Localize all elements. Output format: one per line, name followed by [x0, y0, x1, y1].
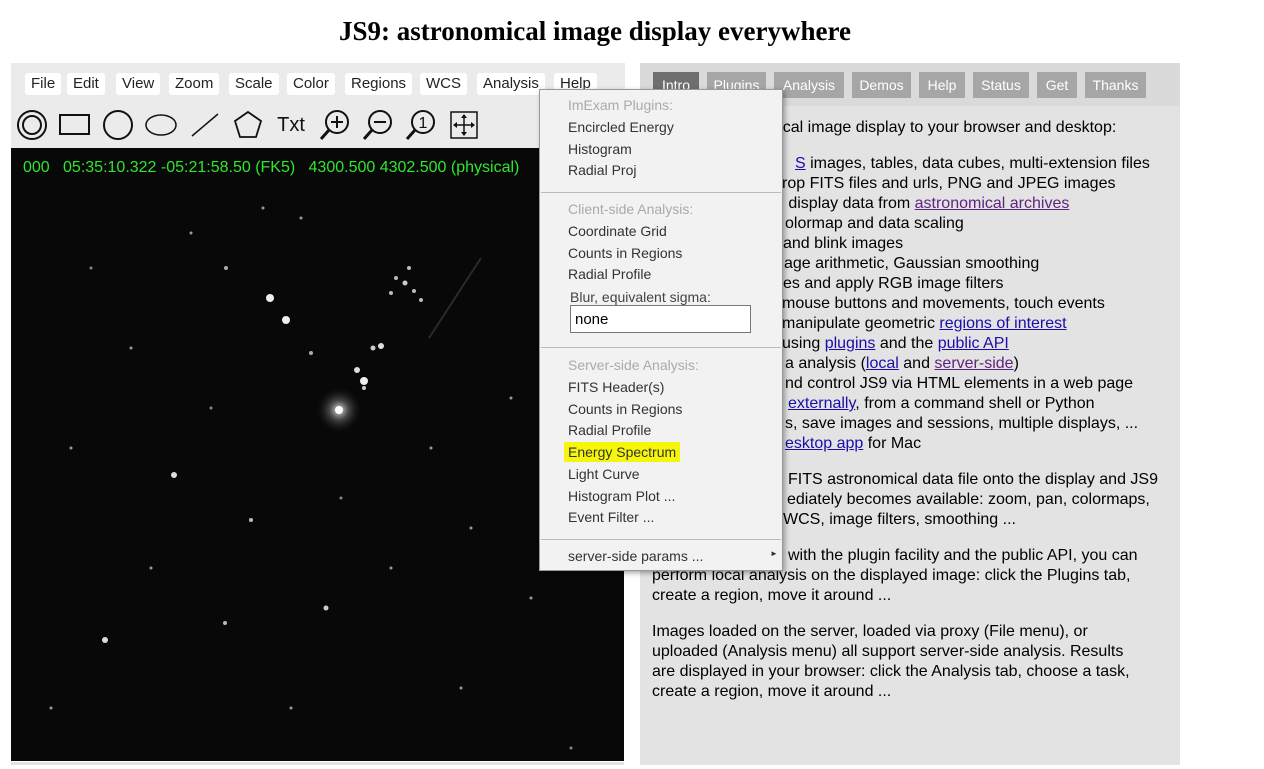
feature-line: externally, from a command shell or Pyth…: [788, 395, 1095, 412]
tab-thanks[interactable]: Thanks: [1085, 72, 1146, 98]
server-side-analysis-header: Server-side Analysis:: [568, 357, 699, 373]
polygon-tool-icon[interactable]: [229, 107, 267, 143]
menu-item-energy-spectrum[interactable]: Energy Spectrum: [564, 442, 681, 462]
menu-edit[interactable]: Edit: [67, 73, 105, 95]
annulus-tool-icon[interactable]: [13, 107, 51, 143]
text-tool-label: Txt: [277, 113, 305, 136]
astronomical-archives-link[interactable]: astronomical archives: [915, 195, 1070, 212]
blur-sigma-label: Blur, equivalent sigma:: [570, 289, 711, 305]
submenu-arrow-icon: ►: [770, 549, 778, 558]
intro-text: omical image display to your browser and…: [757, 118, 1172, 138]
menu-color[interactable]: Color: [287, 73, 335, 95]
imexam-plugins-header: ImExam Plugins:: [568, 97, 674, 113]
display-bottom-strip: [11, 762, 624, 765]
feature-line: s, save images and sessions, multiple di…: [785, 415, 1139, 432]
feature-line: rop FITS files and urls, PNG and JPEG im…: [782, 175, 1116, 192]
intro-fragment: omical image display to your browser and…: [757, 119, 1117, 136]
regions-of-interest-link[interactable]: regions of interest: [939, 315, 1066, 332]
menu-item-coordinate-grid[interactable]: Coordinate Grid: [568, 223, 667, 239]
menu-item-event-filter[interactable]: Event Filter ...: [568, 509, 654, 525]
menu-item-counts-in-regions-server[interactable]: Counts in Regions: [568, 401, 682, 417]
image-display[interactable]: [11, 148, 624, 761]
public-api-link[interactable]: public API: [938, 335, 1009, 352]
menu-item-light-curve[interactable]: Light Curve: [568, 466, 640, 482]
text-tool-icon[interactable]: Txt: [272, 107, 310, 143]
feature-line: using plugins and the public API: [782, 335, 1009, 352]
tab-demos[interactable]: Demos: [852, 72, 911, 98]
box-tool-icon[interactable]: [56, 107, 94, 143]
ellipse-tool-icon[interactable]: [142, 107, 180, 143]
menu-item-encircled-energy[interactable]: Encircled Energy: [568, 119, 674, 135]
zoom-in-icon[interactable]: [316, 107, 354, 143]
menu-analysis[interactable]: Analysis: [477, 73, 545, 95]
feature-line: S images, tables, data cubes, multi-exte…: [795, 155, 1150, 172]
circle-tool-icon[interactable]: [99, 107, 137, 143]
externally-link[interactable]: externally: [788, 395, 855, 412]
pan-move-icon[interactable]: [445, 107, 483, 143]
feature-line: d display data from astronomical archive…: [775, 195, 1070, 212]
svg-text:1: 1: [419, 115, 428, 132]
feature-line: a analysis (local and server-side): [785, 355, 1019, 372]
fits-link[interactable]: S: [795, 155, 806, 172]
feature-line: mouse buttons and movements, touch event…: [782, 295, 1105, 312]
menu-separator: [541, 347, 781, 348]
menu-item-radial-profile-server[interactable]: Radial Profile: [568, 422, 651, 438]
server-analysis-paragraph: Images loaded on the server, loaded via …: [652, 623, 1130, 700]
feature-line: manipulate geometric regions of interest: [782, 315, 1067, 332]
feature-line: esktop app for Mac: [785, 435, 922, 452]
tab-analysis[interactable]: Analysis: [774, 72, 844, 98]
menu-item-fits-headers[interactable]: FITS Header(s): [568, 379, 664, 395]
tab-status[interactable]: Status: [973, 72, 1029, 98]
zoom-out-icon[interactable]: [359, 107, 397, 143]
local-link[interactable]: local: [866, 355, 899, 372]
menu-separator: [541, 192, 781, 193]
menu-item-histogram[interactable]: Histogram: [568, 141, 632, 157]
menu-regions[interactable]: Regions: [345, 73, 413, 95]
feature-line: olormap and data scaling: [785, 215, 964, 232]
feature-line: nd control JS9 via HTML elements in a we…: [785, 375, 1134, 392]
feature-line: es and apply RGB image filters: [783, 275, 1004, 292]
menu-view[interactable]: View: [116, 73, 161, 95]
menu-item-server-side-params[interactable]: server-side params ...: [568, 548, 703, 564]
desktop-app-link[interactable]: esktop app: [785, 435, 863, 452]
menu-file[interactable]: File: [25, 73, 62, 95]
client-side-analysis-header: Client-side Analysis:: [568, 201, 694, 217]
menu-item-radial-proj[interactable]: Radial Proj: [568, 162, 636, 178]
feature-line: and blink images: [783, 235, 904, 252]
star-field: [49, 206, 573, 750]
menu-zoom[interactable]: Zoom: [169, 73, 220, 95]
page-title: JS9: astronomical image display everywhe…: [339, 16, 851, 46]
menu-item-radial-profile-client[interactable]: Radial Profile: [568, 266, 651, 282]
display-info-readout: 000 05:35:10.322 -05:21:58.50 (FK5) 4300…: [23, 159, 520, 176]
menu-scale[interactable]: Scale: [229, 73, 279, 95]
zoom-one-icon[interactable]: 1: [402, 107, 440, 143]
line-tool-icon[interactable]: [186, 107, 224, 143]
plugins-link[interactable]: plugins: [825, 335, 876, 352]
tab-get[interactable]: Get: [1037, 72, 1077, 98]
blur-sigma-input[interactable]: [570, 305, 751, 333]
server-side-link[interactable]: server-side: [934, 355, 1013, 372]
energy-spectrum-highlight: Energy Spectrum: [564, 442, 681, 462]
menu-wcs[interactable]: WCS: [420, 73, 467, 95]
tab-help[interactable]: Help: [919, 72, 965, 98]
menu-item-histogram-plot[interactable]: Histogram Plot ...: [568, 488, 675, 504]
menu-item-counts-in-regions-client[interactable]: Counts in Regions: [568, 245, 682, 261]
menu-separator: [541, 539, 781, 540]
feature-line: age arithmetic, Gaussian smoothing: [784, 255, 1040, 272]
